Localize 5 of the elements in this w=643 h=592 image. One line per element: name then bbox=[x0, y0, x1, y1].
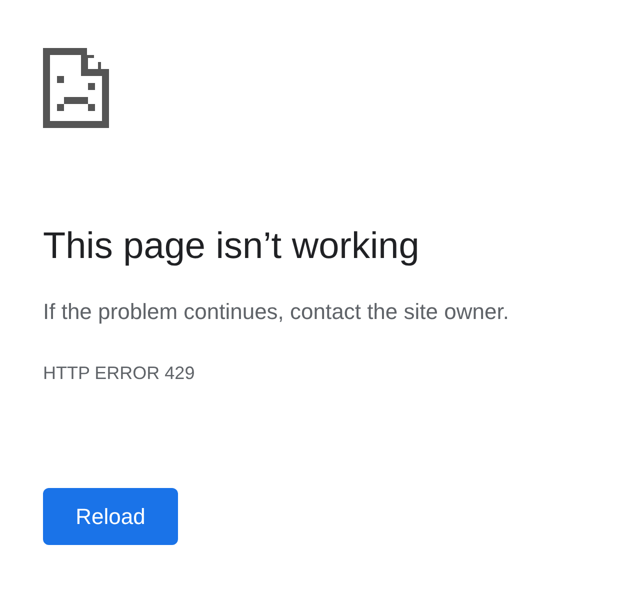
sad-document-icon bbox=[43, 48, 109, 128]
error-message: If the problem continues, contact the site owner. bbox=[43, 298, 509, 326]
error-code: HTTP ERROR 429 bbox=[43, 362, 195, 384]
reload-button[interactable]: Reload bbox=[43, 488, 178, 545]
error-title: This page isn’t working bbox=[43, 224, 420, 268]
